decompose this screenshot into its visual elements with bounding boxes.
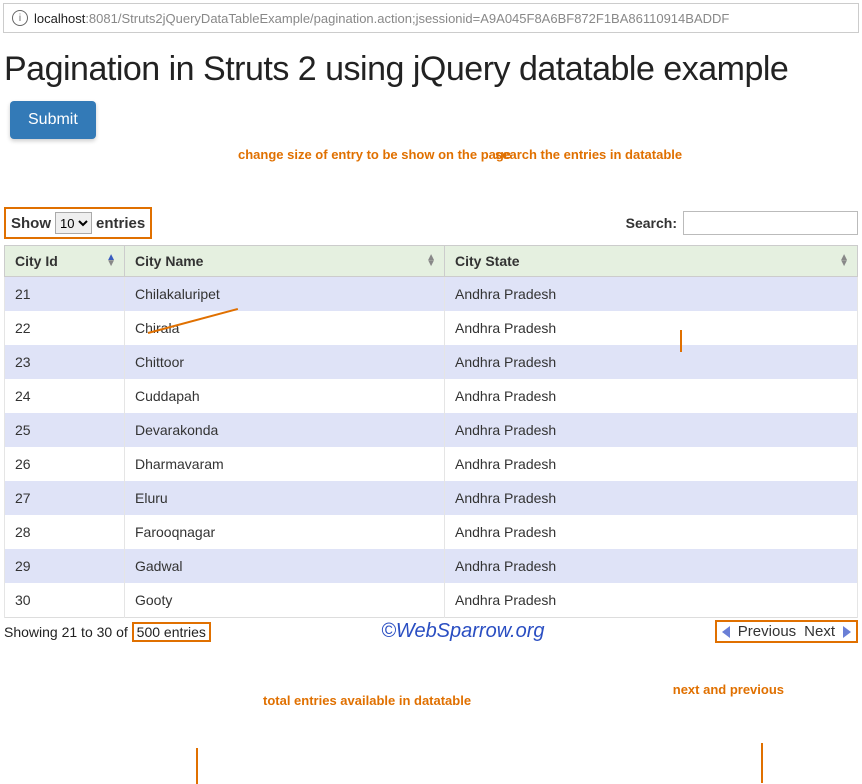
annotation-change-size: change size of entry to be show on the p… <box>238 147 511 162</box>
cell-name: Dharmavaram <box>125 447 445 481</box>
search-control: Search: <box>626 211 858 235</box>
next-button[interactable]: Next <box>804 623 835 640</box>
cell-id: 23 <box>5 345 125 379</box>
cell-state: Andhra Pradesh <box>445 515 858 549</box>
info-icon: i <box>12 10 28 26</box>
cell-name: Chittoor <box>125 345 445 379</box>
search-label: Search: <box>626 215 677 231</box>
annotation-search: search the entries in datatable <box>495 147 682 162</box>
cell-name: Gooty <box>125 583 445 618</box>
col-city-state[interactable]: City State ▲▼ <box>445 246 858 277</box>
length-select[interactable]: 10 <box>55 212 92 234</box>
submit-button[interactable]: Submit <box>10 101 96 139</box>
table-row: 22ChiralaAndhra Pradesh <box>5 311 858 345</box>
table-row: 27EluruAndhra Pradesh <box>5 481 858 515</box>
cell-name: Gadwal <box>125 549 445 583</box>
cell-state: Andhra Pradesh <box>445 345 858 379</box>
page-title: Pagination in Struts 2 using jQuery data… <box>0 36 862 101</box>
table-row: 24CuddapahAndhra Pradesh <box>5 379 858 413</box>
length-control: Show 10 entries <box>4 207 152 239</box>
table-row: 25DevarakondaAndhra Pradesh <box>5 413 858 447</box>
cell-name: Farooqnagar <box>125 515 445 549</box>
cell-state: Andhra Pradesh <box>445 413 858 447</box>
sort-icon: ▲▼ <box>106 255 116 267</box>
cell-state: Andhra Pradesh <box>445 481 858 515</box>
cell-name: Cuddapah <box>125 379 445 413</box>
url-bar[interactable]: i localhost:8081/Struts2jQueryDataTableE… <box>3 3 859 33</box>
watermark: ©WebSparrow.org <box>211 620 715 643</box>
cell-id: 29 <box>5 549 125 583</box>
cell-id: 25 <box>5 413 125 447</box>
next-arrow-icon[interactable] <box>843 626 851 638</box>
col-city-name[interactable]: City Name ▲▼ <box>125 246 445 277</box>
annotation-line <box>196 748 198 784</box>
length-show-label: Show <box>11 215 51 232</box>
cell-state: Andhra Pradesh <box>445 549 858 583</box>
sort-icon: ▲▼ <box>426 255 436 267</box>
sort-icon: ▲▼ <box>839 255 849 267</box>
cell-state: Andhra Pradesh <box>445 277 858 312</box>
cell-id: 21 <box>5 277 125 312</box>
cell-id: 28 <box>5 515 125 549</box>
table-info: Showing 21 to 30 of 500 entries <box>4 622 211 642</box>
cell-id: 27 <box>5 481 125 515</box>
table-row: 30GootyAndhra Pradesh <box>5 583 858 618</box>
cell-name: Chilakaluripet <box>125 277 445 312</box>
previous-button[interactable]: Previous <box>738 623 796 640</box>
prev-arrow-icon[interactable] <box>722 626 730 638</box>
annotation-line <box>761 743 763 783</box>
url-path: :8081/Struts2jQueryDataTableExample/pagi… <box>85 11 729 26</box>
table-row: 26DharmavaramAndhra Pradesh <box>5 447 858 481</box>
cell-state: Andhra Pradesh <box>445 311 858 345</box>
table-row: 23ChittoorAndhra Pradesh <box>5 345 858 379</box>
cell-id: 30 <box>5 583 125 618</box>
annotation-total-entries: total entries available in datatable <box>263 693 471 708</box>
cell-id: 22 <box>5 311 125 345</box>
cell-id: 24 <box>5 379 125 413</box>
cell-state: Andhra Pradesh <box>445 447 858 481</box>
table-row: 29GadwalAndhra Pradesh <box>5 549 858 583</box>
cell-name: Eluru <box>125 481 445 515</box>
paginator: Previous Next <box>715 620 858 643</box>
cell-state: Andhra Pradesh <box>445 379 858 413</box>
table-row: 21ChilakaluripetAndhra Pradesh <box>5 277 858 312</box>
cell-name: Chirala <box>125 311 445 345</box>
table-row: 28FarooqnagarAndhra Pradesh <box>5 515 858 549</box>
col-city-id[interactable]: City Id ▲▼ <box>5 246 125 277</box>
annotation-line <box>680 330 682 352</box>
data-table: City Id ▲▼ City Name ▲▼ City State ▲▼ 21… <box>4 245 858 618</box>
cell-id: 26 <box>5 447 125 481</box>
annotation-next-prev: next and previous <box>673 682 784 697</box>
cell-name: Devarakonda <box>125 413 445 447</box>
url-host: localhost <box>34 11 85 26</box>
cell-state: Andhra Pradesh <box>445 583 858 618</box>
total-entries-box: 500 entries <box>132 622 211 642</box>
search-input[interactable] <box>683 211 858 235</box>
length-entries-label: entries <box>96 215 145 232</box>
